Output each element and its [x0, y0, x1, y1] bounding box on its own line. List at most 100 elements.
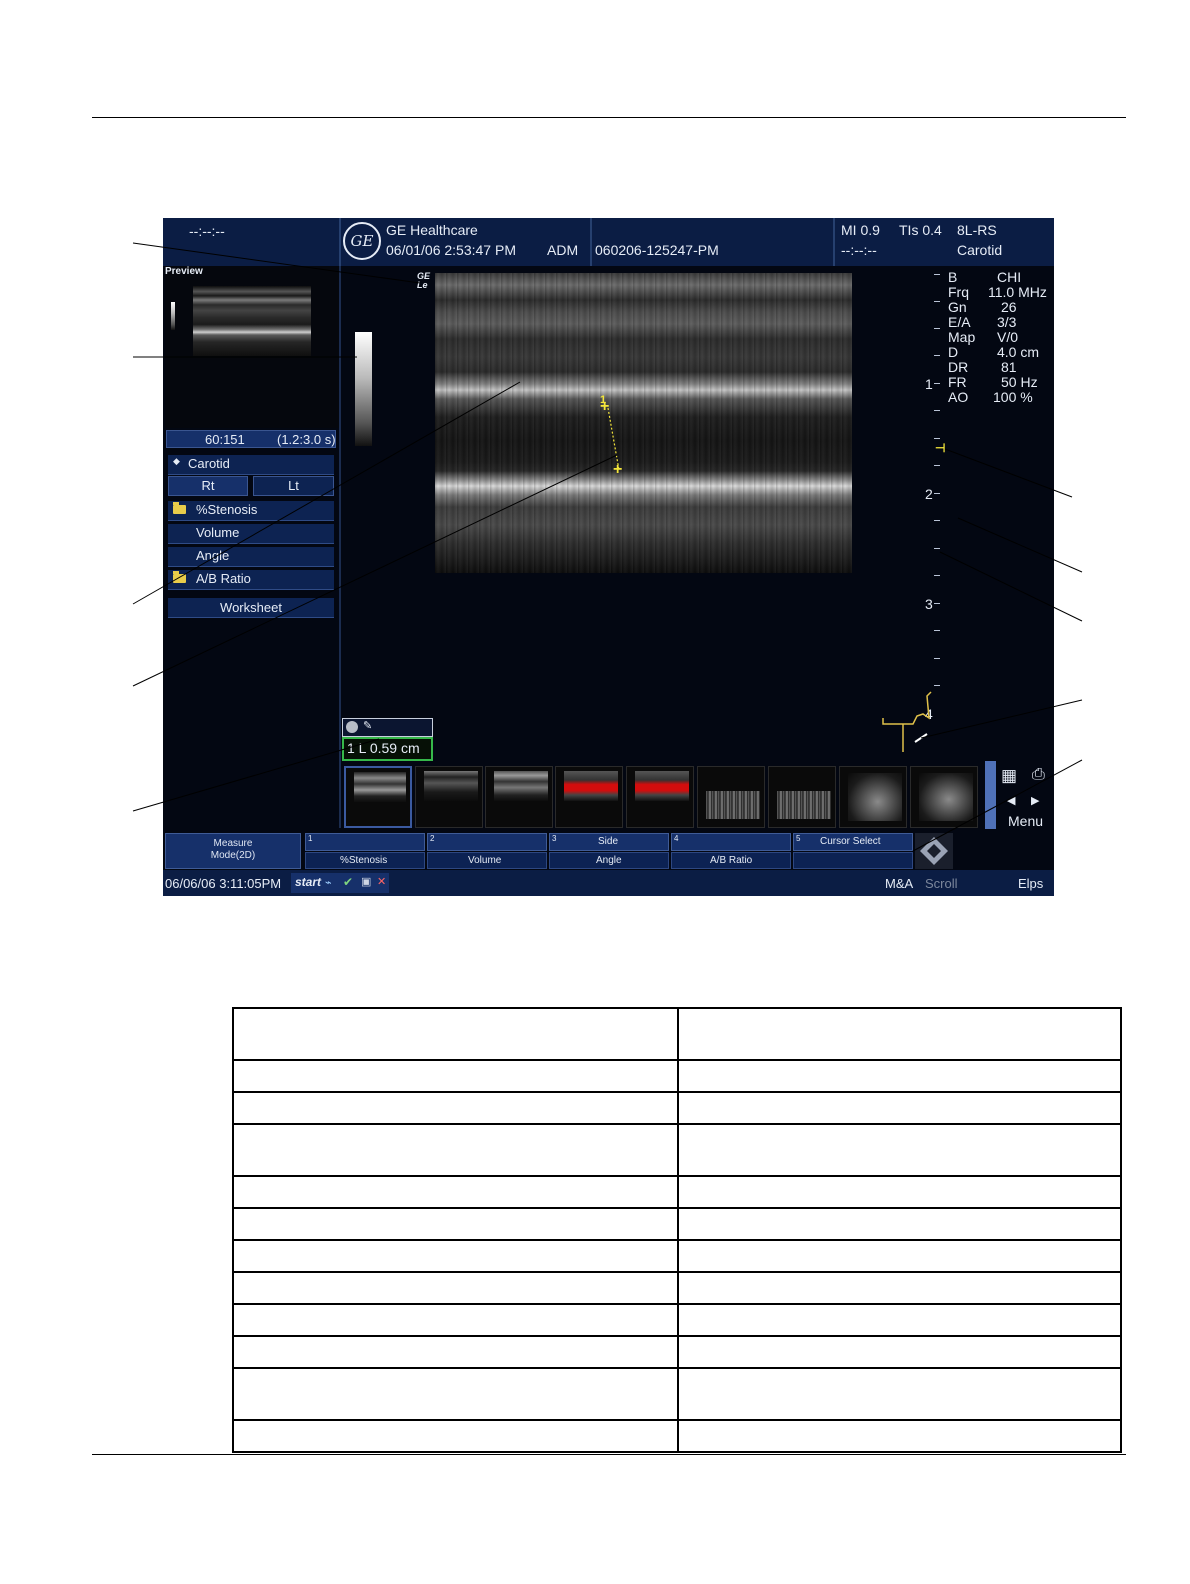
param-name: E/A — [948, 314, 971, 330]
table-cell — [232, 1303, 679, 1337]
lock-icon: ▣ — [361, 876, 372, 888]
param-value: 11.0 MHz — [988, 284, 1047, 300]
soft-knob-angle[interactable]: Angle — [549, 852, 669, 869]
table-cell — [232, 1239, 679, 1273]
trackball-scroll[interactable]: Scroll — [925, 876, 958, 891]
param-value: 3/3 — [997, 314, 1017, 330]
depth-tick — [934, 685, 940, 686]
clipboard-thumbnail[interactable] — [768, 766, 836, 828]
depth-tick — [934, 630, 940, 631]
param-value: 4.0 cm — [997, 344, 1040, 360]
soft-key-1[interactable]: 1 — [305, 833, 425, 851]
depth-tick — [934, 603, 940, 604]
param-name: FR — [948, 374, 967, 390]
soft-knob-stenosis[interactable]: %Stenosis — [305, 852, 425, 869]
param-name: B — [948, 269, 958, 285]
depth-tick — [934, 658, 940, 659]
table-cell — [232, 1367, 679, 1421]
soft-key-2[interactable]: 2 — [427, 833, 547, 851]
table-row — [232, 1059, 1122, 1093]
depth-label: 3 — [925, 596, 933, 612]
thumbnail-image — [848, 773, 902, 821]
soft-key-cursor-select[interactable]: 5 Cursor Select — [793, 833, 913, 851]
clipboard-thumbnail[interactable] — [344, 766, 412, 828]
probe-icon: ⌁ — [325, 877, 332, 889]
soft-key-label: Side — [598, 836, 619, 847]
soft-knob-ab-ratio[interactable]: A/B Ratio — [671, 852, 791, 869]
soft-knob-label: Angle — [596, 855, 622, 866]
param-name: Frq — [948, 284, 969, 300]
media-icon: ✕ — [377, 876, 387, 888]
clipboard-scrollbar[interactable] — [985, 761, 996, 829]
table-cell — [677, 1367, 1122, 1421]
clipboard-thumbnail[interactable] — [415, 766, 483, 828]
clipboard-thumbnail[interactable] — [839, 766, 907, 828]
param-value: V/0 — [997, 329, 1019, 345]
depth-tick — [934, 438, 940, 439]
next-arrow-icon[interactable]: ▶ — [1031, 794, 1039, 807]
depth-tick — [934, 520, 940, 521]
table-cell — [232, 1091, 679, 1125]
table-cell — [232, 1271, 679, 1305]
soft-knob-label: A/B Ratio — [710, 855, 753, 866]
mode-label-text: Measure Mode(2D) — [210, 838, 256, 861]
trackball-elps[interactable]: Elps — [1018, 876, 1043, 891]
table-row — [232, 1007, 1122, 1061]
measurement-result: 1 L 0.59 cm — [342, 737, 433, 761]
printer-icon[interactable]: ⎙ — [1032, 766, 1045, 784]
clipboard-thumbnail[interactable] — [626, 766, 694, 828]
start-button[interactable]: start — [295, 875, 321, 889]
grid-icon[interactable]: ▦ — [1001, 766, 1017, 786]
table-cell — [677, 1175, 1122, 1209]
table-cell — [232, 1123, 679, 1177]
thumbnail-image — [777, 791, 831, 819]
table-row — [232, 1303, 1122, 1337]
soft-key-4[interactable]: 4 — [671, 833, 791, 851]
table-cell — [232, 1335, 679, 1369]
measurement-result-box: ✎ 1 L 0.59 cm — [342, 718, 433, 761]
depth-tick — [934, 548, 940, 549]
depth-tick — [934, 355, 940, 356]
param-name: AO — [948, 389, 969, 405]
soft-knob-label: Volume — [468, 855, 502, 866]
caliper-start-cursor[interactable]: + — [600, 398, 609, 416]
clipboard-thumbnail[interactable] — [555, 766, 623, 828]
soft-knob-label: %Stenosis — [340, 855, 388, 866]
table-cell — [677, 1059, 1122, 1093]
table-cell — [232, 1059, 679, 1093]
soft-knob-5[interactable] — [793, 852, 913, 869]
table-row — [232, 1419, 1122, 1453]
table-cell — [677, 1271, 1122, 1305]
table-row — [232, 1175, 1122, 1209]
param-value: 81 — [1001, 359, 1017, 375]
table-cell — [232, 1207, 679, 1241]
trackball-ma[interactable]: M&A — [885, 876, 913, 891]
thumbnail-image — [354, 772, 406, 802]
depth-tick — [934, 383, 940, 384]
previous-arrow-icon[interactable]: ◀ — [1007, 794, 1015, 807]
caliper-end-cursor[interactable]: + — [613, 461, 622, 479]
clipboard-thumbnail[interactable] — [910, 766, 978, 828]
focal-zone-marker-icon[interactable]: ⊣ — [935, 441, 945, 455]
table-cell — [677, 1303, 1122, 1337]
clipboard-thumbnail[interactable] — [485, 766, 553, 828]
edit-icon[interactable]: ✎ — [363, 719, 372, 732]
table-cell — [677, 1091, 1122, 1125]
status-bar: 06/06/06 3:11:05PM start ⌁ ✔ ▣ ✕ M&A Scr… — [163, 870, 1054, 896]
depth-tick — [934, 301, 940, 302]
param-value: CHI — [997, 269, 1022, 285]
depth-tick — [934, 274, 940, 275]
system-datetime: 06/06/06 3:11:05PM — [165, 876, 282, 891]
table-cell — [677, 1239, 1122, 1273]
depth-tick — [934, 493, 940, 494]
soft-key-side[interactable]: 3 Side — [549, 833, 669, 851]
table-cell — [677, 1419, 1122, 1453]
depth-tick — [934, 465, 940, 466]
body-pattern-icon[interactable] — [879, 688, 949, 758]
page-navigation-icon[interactable] — [915, 833, 953, 869]
soft-knob-volume[interactable]: Volume — [427, 852, 547, 869]
clipboard-thumbnail[interactable] — [697, 766, 765, 828]
depth-tick — [934, 575, 940, 576]
clipboard-menu-button[interactable]: Menu — [1008, 813, 1043, 829]
record-icon[interactable] — [346, 721, 358, 733]
